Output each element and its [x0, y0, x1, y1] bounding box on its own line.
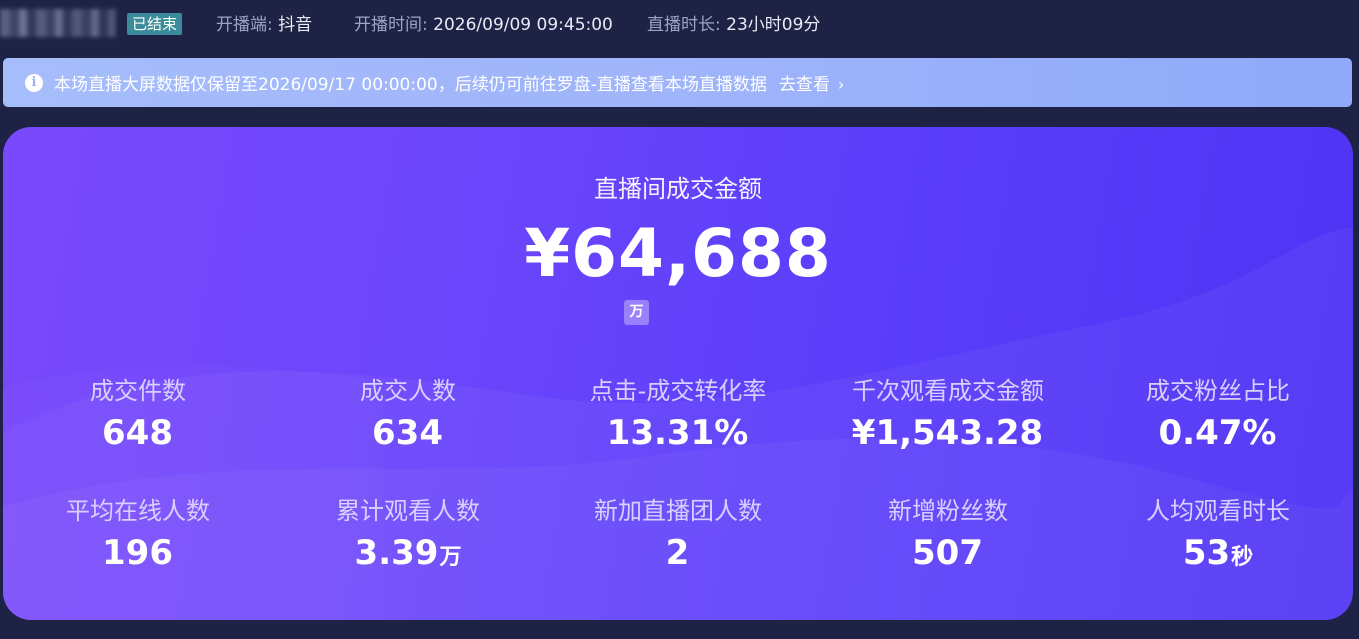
duration-info: 直播时长: 23小时09分 [647, 13, 820, 37]
metric-value: 53秒 [1182, 533, 1254, 573]
metric-value: 507 [912, 533, 983, 573]
metric-label: 平均在线人数 [66, 497, 210, 525]
metric-fan-buyer-ratio: 成交粉丝占比 0.47% [1083, 375, 1353, 458]
metric-label: 成交粉丝占比 [1146, 377, 1290, 405]
room-name-blurred [0, 9, 116, 37]
metric-value: 0.47% [1158, 413, 1277, 453]
metric-new-followers: 新增粉丝数 507 [813, 495, 1083, 578]
info-icon: i [25, 73, 43, 92]
data-retention-notice: i 本场直播大屏数据仅保留至2026/09/17 00:00:00，后续仍可前往… [3, 58, 1352, 107]
metric-label: 人均观看时长 [1146, 497, 1290, 525]
metric-avg-watch-time: 人均观看时长 53秒 [1083, 495, 1353, 578]
metric-value: 3.39万 [354, 533, 462, 573]
duration-label: 直播时长: [647, 15, 721, 35]
duration-value: 23小时09分 [726, 15, 821, 35]
metric-label: 累计观看人数 [336, 497, 480, 525]
transaction-overview-card: 直播间成交金额 ¥64,688 万 成交件数 648 成交人数 634 点击-成… [3, 127, 1353, 620]
metric-value: 2 [665, 533, 690, 573]
metric-label: 千次观看成交金额 [852, 377, 1044, 405]
view-data-link-label[interactable]: 去查看 [779, 75, 830, 95]
start-time-value: 2026/09/09 09:45:00 [433, 15, 613, 35]
platform-label: 开播端: [216, 15, 273, 35]
live-info-bar: 已结束 开播端: 抖音 开播时间: 2026/09/09 09:45:00 直播… [0, 0, 1359, 50]
metric-label: 点击-成交转化率 [589, 377, 767, 405]
status-badge: 已结束 [127, 13, 183, 35]
start-time-info: 开播时间: 2026/09/09 09:45:00 [354, 13, 613, 37]
metric-label: 成交件数 [90, 377, 186, 405]
metric-label: 新加直播团人数 [594, 497, 762, 525]
metric-label: 新增粉丝数 [888, 497, 1008, 525]
metric-avg-online: 平均在线人数 196 [3, 495, 273, 578]
metric-value: 648 [102, 413, 173, 453]
platform-value: 抖音 [278, 15, 313, 35]
metric-value: 634 [372, 413, 443, 453]
metric-gpm: 千次观看成交金额 ¥1,543.28 [813, 375, 1083, 458]
chevron-right-icon[interactable]: › [838, 75, 844, 94]
metric-new-fan-club: 新加直播团人数 2 [543, 495, 813, 578]
metric-buyer-count: 成交人数 634 [273, 375, 543, 458]
metric-value: 13.31% [606, 413, 749, 453]
notice-text: 本场直播大屏数据仅保留至2026/09/17 00:00:00，后续仍可前往罗盘… [54, 75, 767, 95]
platform-info: 开播端: 抖音 [216, 13, 312, 37]
metric-order-count: 成交件数 648 [3, 375, 273, 458]
metric-label: 成交人数 [360, 377, 456, 405]
metrics-grid: 成交件数 648 成交人数 634 点击-成交转化率 13.31% 千次观看成交… [3, 127, 1353, 620]
metric-value: ¥1,543.28 [851, 413, 1044, 453]
start-time-label: 开播时间: [354, 15, 428, 35]
metric-click-conversion-rate: 点击-成交转化率 13.31% [543, 375, 813, 458]
metric-value: 196 [102, 533, 173, 573]
view-data-link[interactable]: 去查看 › [779, 70, 844, 95]
metric-total-viewers: 累计观看人数 3.39万 [273, 495, 543, 578]
